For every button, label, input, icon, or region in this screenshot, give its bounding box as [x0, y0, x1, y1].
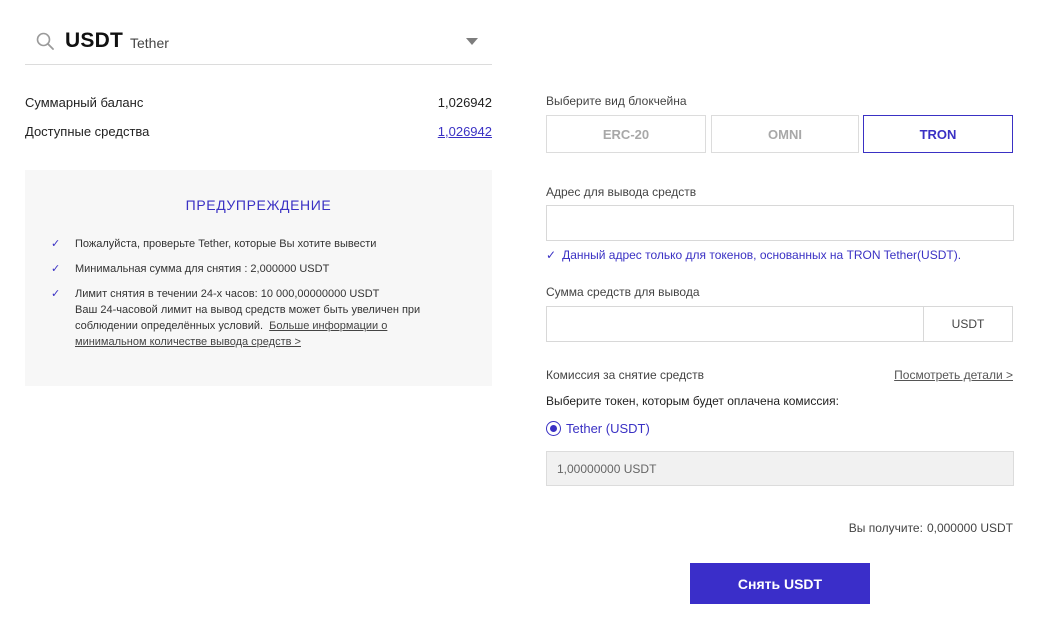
coin-selector[interactable]: USDT Tether [25, 20, 492, 65]
receive-summary: Вы получите: 0,000000 USDT [849, 521, 1013, 535]
available-balance-label: Доступные средства [25, 124, 150, 139]
total-balance-row: Суммарный баланс 1,026942 [25, 95, 492, 110]
warning-item: ✓ Минимальная сумма для снятия : 2,00000… [51, 261, 451, 277]
fee-amount-field: 1,00000000 USDT [546, 451, 1014, 486]
check-icon: ✓ [546, 248, 557, 262]
amount-unit: USDT [923, 306, 1013, 342]
check-icon: ✓ [51, 263, 61, 275]
chain-option-omni[interactable]: OMNI [711, 115, 859, 153]
fee-token-label: Tether (USDT) [566, 421, 650, 436]
check-icon: ✓ [51, 238, 61, 250]
chevron-down-icon[interactable] [466, 38, 478, 45]
available-balance-row: Доступные средства 1,026942 [25, 124, 492, 139]
check-icon: ✓ [51, 288, 61, 300]
warning-item: ✓ Пожалуйста, проверьте Tether, которые … [51, 236, 451, 252]
amount-input[interactable] [546, 306, 924, 342]
warning-item-text: Лимит снятия в течении 24-х часов: 10 00… [51, 286, 451, 350]
amount-label: Сумма средств для вывода [546, 285, 700, 299]
total-balance-label: Суммарный баланс [25, 95, 144, 110]
chain-option-tron[interactable]: TRON [863, 115, 1013, 153]
fee-token-prompt: Выберите токен, которым будет оплачена к… [546, 394, 839, 408]
radio-selected-icon[interactable] [546, 421, 561, 436]
receive-label: Вы получите: [848, 521, 923, 535]
total-balance-value: 1,026942 [437, 95, 492, 110]
warning-item: ✓ Лимит снятия в течении 24-х часов: 10 … [51, 286, 451, 350]
receive-value: 0,000000 USDT [926, 521, 1013, 535]
warning-item-text: Пожалуйста, проверьте Tether, которые Вы… [75, 238, 377, 250]
warning-item-text: Минимальная сумма для снятия : 2,000000 … [75, 263, 330, 275]
fee-label: Комиссия за снятие средств [546, 368, 704, 382]
address-input[interactable] [546, 205, 1014, 241]
chain-option-erc20[interactable]: ERC-20 [546, 115, 706, 153]
search-icon [36, 32, 54, 50]
withdraw-limit-text: Лимит снятия в течении 24-х часов: 10 00… [75, 288, 380, 300]
coin-name: Tether [130, 35, 169, 51]
address-label: Адрес для вывода средств [546, 185, 697, 199]
address-note: ✓ Данный адрес только для токенов, основа… [546, 248, 961, 262]
fee-details-link[interactable]: Посмотреть детали > [894, 368, 1013, 382]
warning-panel: ПРЕДУПРЕЖДЕНИЕ ✓ Пожалуйста, проверьте T… [25, 170, 492, 386]
withdraw-button[interactable]: Снять USDT [690, 563, 870, 604]
available-balance-link[interactable]: 1,026942 [438, 124, 492, 139]
fee-token-radio[interactable]: Tether (USDT) [546, 421, 650, 436]
chain-label: Выберите вид блокчейна [546, 94, 687, 108]
coin-symbol: USDT [65, 29, 123, 52]
warning-title: ПРЕДУПРЕЖДЕНИЕ [185, 197, 332, 213]
address-note-text: Данный адрес только для токенов, основан… [562, 248, 962, 262]
